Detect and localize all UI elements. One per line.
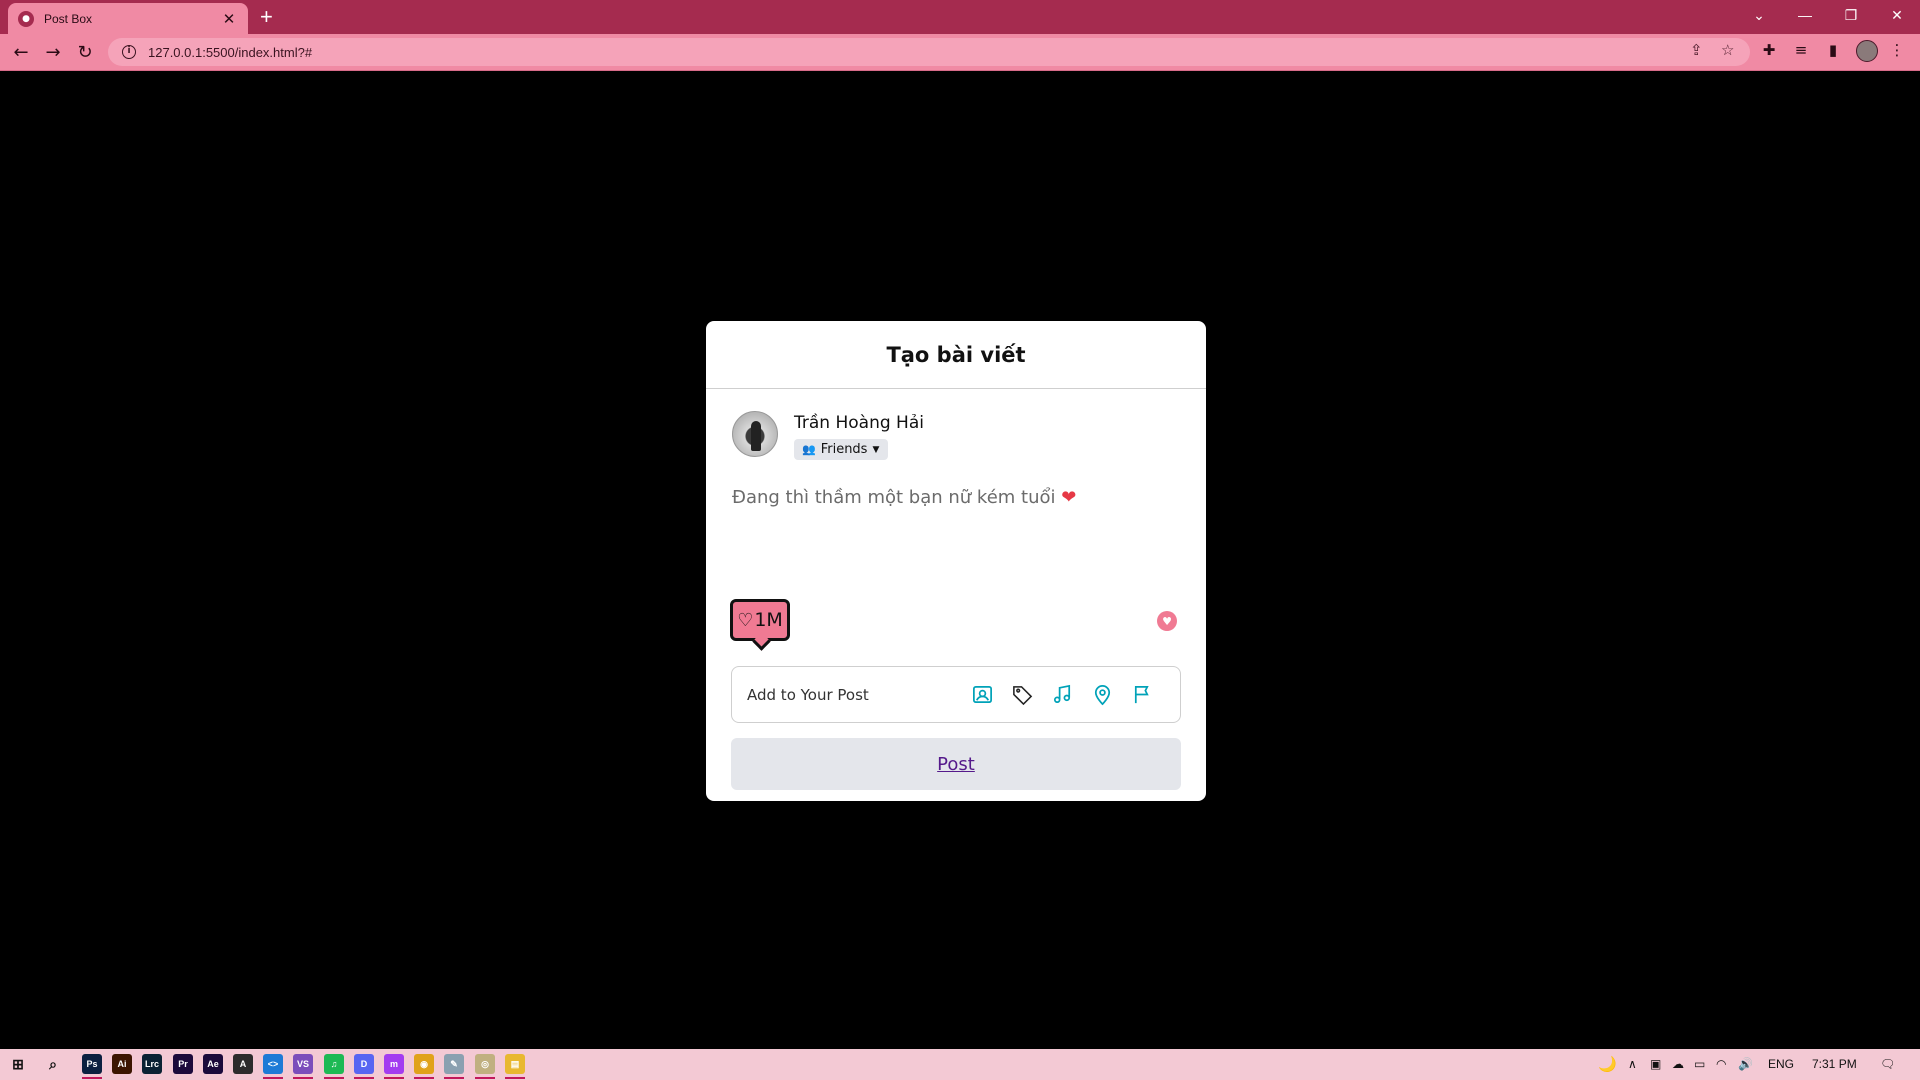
night-light-icon[interactable]: 🌙	[1598, 1055, 1617, 1073]
battery-icon[interactable]: ▭	[1694, 1057, 1705, 1071]
taskbar-app-chrome-icon[interactable]: ◉	[414, 1054, 434, 1074]
menu-kebab-icon[interactable]: ⋮	[1886, 41, 1908, 59]
music-icon[interactable]	[1051, 683, 1074, 706]
taskbar-app-spotify-icon[interactable]: ♫	[324, 1054, 344, 1074]
language-indicator[interactable]: ENG	[1768, 1057, 1794, 1071]
notifications-icon[interactable]: 🗨	[1880, 1057, 1895, 1071]
post-content-text: Đang thì thầm một bạn nữ kém tuổi	[732, 487, 1056, 508]
address-bar[interactable]: i 127.0.0.1:5500/index.html?#	[108, 38, 1750, 66]
tag-icon[interactable]	[1011, 683, 1034, 706]
site-info-icon[interactable]: i	[122, 45, 136, 59]
onedrive-icon[interactable]: ☁	[1672, 1057, 1684, 1071]
side-panel-icon[interactable]: ▮	[1822, 41, 1844, 59]
tab-close-icon[interactable]: ✕	[220, 10, 238, 28]
share-icon[interactable]: ⇪	[1690, 41, 1703, 59]
likes-badge: ♡ 1M	[730, 599, 790, 641]
page-title: Tạo bài viết	[886, 342, 1026, 367]
flag-icon[interactable]	[1131, 683, 1154, 706]
search-icon[interactable]: ⌕	[43, 1054, 63, 1074]
audience-selector[interactable]: 👥 Friends ▼	[794, 439, 889, 460]
taskbar-app-photoshop-icon[interactable]: Ps	[82, 1054, 102, 1074]
taskbar-app-app-globe-icon[interactable]: ◎	[475, 1054, 495, 1074]
location-icon[interactable]	[1091, 683, 1114, 706]
taskbar-app-app-a-icon[interactable]: A	[233, 1054, 253, 1074]
caret-down-icon: ▼	[872, 444, 880, 455]
taskbar-active-indicator	[414, 1077, 434, 1079]
taskbar-active-indicator	[293, 1077, 313, 1079]
post-button[interactable]: Post	[731, 738, 1181, 790]
volume-icon[interactable]: 🔊	[1738, 1057, 1753, 1071]
taskbar-active-indicator	[475, 1077, 495, 1079]
likes-count: 1M	[754, 609, 783, 631]
taskbar-app-visual-studio-icon[interactable]: VS	[293, 1054, 313, 1074]
add-to-post-icons	[971, 683, 1154, 706]
taskbar-active-indicator	[384, 1077, 404, 1079]
author-info: Trần Hoàng Hải 👥 Friends ▼	[794, 411, 924, 460]
browser-tabbar: ● Post Box ✕ + ⌄ — ❐ ✕	[0, 0, 1920, 34]
browser-toolbar: ← → ↻ i 127.0.0.1:5500/index.html?# ⇪ ☆ …	[0, 34, 1920, 71]
tab-title: Post Box	[44, 11, 93, 26]
add-to-post-label: Add to Your Post	[747, 685, 869, 704]
taskbar-active-indicator	[444, 1077, 464, 1079]
taskbar-app-after-effects-icon[interactable]: Ae	[203, 1054, 223, 1074]
media-control-icon[interactable]: ≡	[1790, 41, 1812, 59]
friends-icon: 👥	[802, 443, 816, 456]
restore-button[interactable]: ❐	[1828, 0, 1874, 30]
profile-avatar[interactable]	[1856, 40, 1878, 62]
taskbar-active-indicator	[263, 1077, 283, 1079]
author-section: Trần Hoàng Hải 👥 Friends ▼	[732, 411, 924, 460]
reload-button[interactable]: ↻	[73, 40, 97, 64]
tab-search-icon[interactable]: ⌄	[1736, 0, 1782, 30]
taskbar-app-file-explorer-icon[interactable]: ▤	[505, 1054, 525, 1074]
taskbar-active-indicator	[324, 1077, 344, 1079]
tab-post-box[interactable]: ● Post Box ✕	[8, 3, 248, 34]
taskbar-app-discord-icon[interactable]: D	[354, 1054, 374, 1074]
tray-chevron-icon[interactable]: ∧	[1628, 1057, 1637, 1071]
post-content-input[interactable]: Đang thì thầm một bạn nữ kém tuổi ❤	[732, 487, 1076, 508]
card-header: Tạo bài viết	[706, 321, 1206, 389]
new-tab-button[interactable]: +	[260, 6, 273, 28]
extensions-icon[interactable]: ✚	[1758, 41, 1780, 59]
heart-outline-icon: ♡	[737, 609, 754, 631]
back-button[interactable]: ←	[9, 40, 33, 64]
windows-start-icon[interactable]: ⊞	[8, 1054, 28, 1074]
os-taskbar: ⊞ ⌕ Ps Ai Lrc Pr Ae A <> VS ♫ Dm ◉ ✎ ◎ ▤ 🌙 ∧ ▣ ☁ ▭ ◠ …	[0, 1049, 1920, 1080]
photo-icon[interactable]	[971, 683, 994, 706]
tab-favicon-icon: ●	[18, 10, 34, 27]
create-post-card: Tạo bài viết Trần Hoàng Hải 👥 Friends ▼ …	[706, 321, 1206, 801]
taskbar-app-lightroom-classic-icon[interactable]: Lrc	[142, 1054, 162, 1074]
taskbar-app-illustrator-icon[interactable]: Ai	[112, 1054, 132, 1074]
heart-emoji: ❤	[1061, 487, 1077, 508]
taskbar-active-indicator	[505, 1077, 525, 1079]
taskbar-active-indicator	[354, 1077, 374, 1079]
tray-device-icon[interactable]: ▣	[1650, 1057, 1661, 1071]
taskbar-app-vscode-icon[interactable]: <>	[263, 1054, 283, 1074]
bookmark-star-icon[interactable]: ☆	[1721, 41, 1734, 59]
minimize-button[interactable]: —	[1782, 0, 1828, 30]
author-name: Trần Hoàng Hải	[794, 413, 924, 433]
emoji-heart-button[interactable]: ♥	[1157, 611, 1177, 631]
taskbar-app-messenger-icon[interactable]: m	[384, 1054, 404, 1074]
clock[interactable]: 7:31 PM	[1812, 1057, 1857, 1071]
address-url[interactable]: 127.0.0.1:5500/index.html?#	[148, 45, 312, 60]
taskbar-active-indicator	[82, 1077, 102, 1079]
avatar	[732, 411, 778, 457]
add-to-post-bar: Add to Your Post	[731, 666, 1181, 723]
taskbar-app-app-draw-icon[interactable]: ✎	[444, 1054, 464, 1074]
audience-label: Friends	[820, 442, 868, 457]
wifi-icon[interactable]: ◠	[1716, 1057, 1726, 1071]
taskbar-app-premiere-icon[interactable]: Pr	[173, 1054, 193, 1074]
close-window-button[interactable]: ✕	[1874, 0, 1920, 30]
forward-button[interactable]: →	[41, 40, 65, 64]
